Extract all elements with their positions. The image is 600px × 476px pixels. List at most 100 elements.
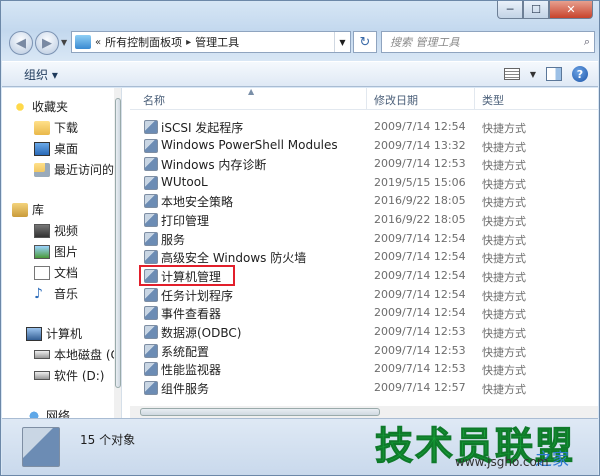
back-button[interactable]: ◀ xyxy=(9,31,33,55)
column-header-type[interactable]: 类型 xyxy=(482,92,504,108)
documents-library-icon xyxy=(34,265,50,280)
file-type: 快捷方式 xyxy=(482,122,526,135)
navigation-bar: ◀ ▶ ▼ « 所有控制面板项 ▸ 管理工具 ▼ ↻ 搜索 管理工具 ⌕ xyxy=(7,29,595,55)
help-icon[interactable]: ? xyxy=(572,66,588,82)
sidebar-item-computer[interactable]: 计算机 xyxy=(26,325,82,342)
file-name: 性能监视器 xyxy=(161,363,222,377)
file-type: 快捷方式 xyxy=(482,196,526,209)
network-globe-icon xyxy=(26,408,42,418)
file-name: Windows PowerShell Modules xyxy=(161,138,338,152)
sidebar-item-pictures[interactable]: 图片 xyxy=(34,243,78,260)
maximize-button[interactable]: ☐ xyxy=(523,1,549,19)
sidebar-item-downloads[interactable]: 下载 xyxy=(34,119,78,136)
control-panel-icon xyxy=(75,35,91,49)
file-row[interactable]: 系统配置 2009/7/14 12:53 快捷方式 xyxy=(130,342,550,360)
sidebar-item-label: 视频 xyxy=(54,224,79,238)
column-header-name[interactable]: 名称 xyxy=(143,92,165,108)
close-button[interactable]: ✕ xyxy=(549,1,593,19)
file-date: 2009/7/14 12:54 xyxy=(374,120,466,133)
sidebar-item-label: 图片 xyxy=(54,245,79,259)
window-caption-buttons: ─ ☐ ✕ xyxy=(497,1,593,21)
file-type: 快捷方式 xyxy=(482,327,526,340)
address-bar[interactable]: « 所有控制面板项 ▸ 管理工具 ▼ xyxy=(71,31,351,53)
recent-pages-dropdown[interactable]: ▼ xyxy=(61,38,67,47)
file-date: 2009/7/14 12:54 xyxy=(374,232,466,245)
sidebar-item-label: 收藏夹 xyxy=(32,100,69,114)
shortcut-icon xyxy=(144,325,158,339)
file-type: 快捷方式 xyxy=(482,252,526,265)
file-row[interactable]: 服务 2009/7/14 12:54 快捷方式 xyxy=(130,230,550,248)
sidebar-item-videos[interactable]: 视频 xyxy=(34,222,78,239)
preview-pane-icon[interactable] xyxy=(546,67,562,81)
file-date: 2019/5/15 15:06 xyxy=(374,176,466,189)
shortcut-icon xyxy=(144,232,158,246)
file-type: 快捷方式 xyxy=(482,308,526,321)
content-area: 收藏夹 下载 桌面 最近访问的 库 视频 图片 文档 ♪ 音乐 计算机 本地磁盘… xyxy=(2,87,598,418)
file-row[interactable]: 数据源(ODBC) 2009/7/14 12:53 快捷方式 xyxy=(130,323,550,341)
file-name: WUtooL xyxy=(161,175,208,189)
sidebar-item-recent[interactable]: 最近访问的 xyxy=(34,161,114,178)
sidebar-item-music[interactable]: ♪ 音乐 xyxy=(34,285,78,302)
organize-menu-button[interactable]: 组织 ▾ xyxy=(24,66,58,83)
pictures-library-icon xyxy=(34,244,50,259)
sidebar-item-software-drive[interactable]: 软件 (D:) xyxy=(34,367,104,384)
minimize-button[interactable]: ─ xyxy=(497,1,523,19)
forward-button[interactable]: ▶ xyxy=(35,31,59,55)
file-date: 2009/7/14 12:53 xyxy=(374,344,466,357)
column-divider[interactable] xyxy=(474,88,475,110)
scrollbar-thumb[interactable] xyxy=(115,98,121,388)
sidebar-item-desktop[interactable]: 桌面 xyxy=(34,140,78,157)
refresh-button[interactable]: ↻ xyxy=(353,31,377,53)
file-list: ▲ 名称 修改日期 类型 iSCSI 发起程序 2009/7/14 12:54 快捷… xyxy=(130,87,598,418)
file-row[interactable]: 性能监视器 2009/7/14 12:53 快捷方式 xyxy=(130,360,550,378)
change-view-icon[interactable] xyxy=(503,68,520,80)
selection-highlight-box xyxy=(139,265,235,286)
shortcut-icon xyxy=(144,362,158,376)
breadcrumb-control-panel-items[interactable]: 所有控制面板项 xyxy=(105,34,182,50)
shortcut-icon xyxy=(144,139,158,153)
search-icon[interactable]: ⌕ xyxy=(584,35,590,49)
file-row[interactable]: 组件服务 2009/7/14 12:57 快捷方式 xyxy=(130,379,550,397)
address-overflow-chevron[interactable]: « xyxy=(95,37,101,48)
file-date: 2009/7/14 13:32 xyxy=(374,139,466,152)
file-name: iSCSI 发起程序 xyxy=(161,121,244,135)
watermark-logo: 技术员联盟 之家 www.jsgho.com xyxy=(374,415,600,476)
file-row[interactable]: 任务计划程序 2009/7/14 12:54 快捷方式 xyxy=(130,286,550,304)
file-row[interactable]: 本地安全策略 2016/9/22 18:05 快捷方式 xyxy=(130,192,550,210)
file-name: 系统配置 xyxy=(161,345,210,359)
file-row[interactable]: 事件查看器 2009/7/14 12:54 快捷方式 xyxy=(130,304,550,322)
sidebar-item-favorites[interactable]: 收藏夹 xyxy=(12,98,68,115)
shortcut-icon xyxy=(144,381,158,395)
sidebar-item-documents[interactable]: 文档 xyxy=(34,264,78,281)
address-dropdown-button[interactable]: ▼ xyxy=(334,32,350,52)
column-divider[interactable] xyxy=(366,88,367,110)
sidebar-item-label: 最近访问的 xyxy=(54,163,115,177)
shortcut-icon xyxy=(144,344,158,358)
sidebar-item-local-disk[interactable]: 本地磁盘 (C xyxy=(34,346,119,363)
sidebar-item-libraries[interactable]: 库 xyxy=(12,201,44,218)
sidebar-item-label: 本地磁盘 (C xyxy=(54,348,119,362)
column-header-date[interactable]: 修改日期 xyxy=(374,92,418,108)
file-date: 2009/7/14 12:54 xyxy=(374,288,466,301)
navigation-pane-scrollbar[interactable] xyxy=(114,88,121,418)
file-row[interactable]: WUtooL 2019/5/15 15:06 快捷方式 xyxy=(130,174,550,192)
file-row[interactable]: 高级安全 Windows 防火墙 2009/7/14 12:54 快捷方式 xyxy=(130,248,550,266)
library-icon xyxy=(12,202,28,217)
breadcrumb-separator-arrow[interactable]: ▸ xyxy=(186,37,191,48)
file-row[interactable]: iSCSI 发起程序 2009/7/14 12:54 快捷方式 xyxy=(130,118,550,136)
sidebar-item-label: 库 xyxy=(32,203,45,217)
file-row[interactable]: 打印管理 2016/9/22 18:05 快捷方式 xyxy=(130,211,550,229)
breadcrumb-admin-tools[interactable]: 管理工具 xyxy=(195,34,239,50)
file-date: 2009/7/14 12:53 xyxy=(374,325,466,338)
file-name: Windows 内存诊断 xyxy=(161,158,267,172)
view-options-dropdown[interactable]: ▼ xyxy=(530,70,536,79)
sidebar-item-network[interactable]: 网络 xyxy=(26,407,70,418)
search-input[interactable]: 搜索 管理工具 ⌕ xyxy=(381,31,595,53)
file-row[interactable]: Windows PowerShell Modules 2009/7/14 13:3… xyxy=(130,137,550,155)
file-row[interactable]: Windows 内存诊断 2009/7/14 12:53 快捷方式 xyxy=(130,155,550,173)
file-type: 快捷方式 xyxy=(482,234,526,247)
hard-disk-icon xyxy=(34,350,50,359)
video-library-icon xyxy=(34,223,50,238)
downloads-folder-icon xyxy=(34,120,50,135)
scrollbar-thumb[interactable] xyxy=(140,408,380,416)
